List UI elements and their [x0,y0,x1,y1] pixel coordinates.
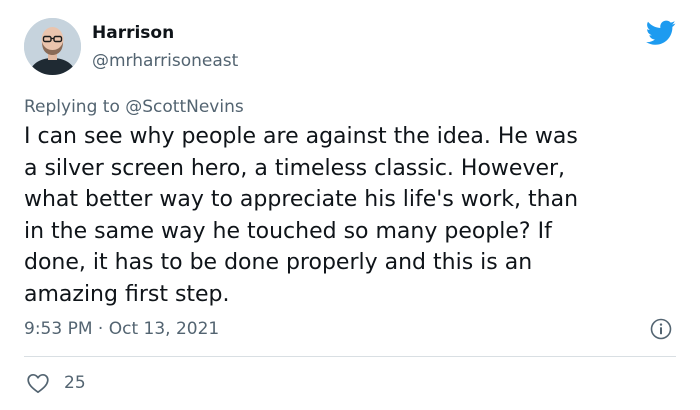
avatar-image [24,18,81,75]
twitter-bird-icon[interactable] [646,20,676,46]
reply-mention-link[interactable]: @ScottNevins [125,97,243,117]
author-name[interactable]: Harrison [92,22,174,44]
avatar[interactable] [24,18,81,75]
tweet-line: I can see why people are against the ide… [24,124,578,149]
meta-separator: · [92,319,109,339]
divider [24,356,676,357]
tweet-text: I can see why people are against the ide… [24,121,684,310]
tweet-time: 9:53 PM [24,319,93,339]
like-count[interactable]: 25 [64,372,86,394]
replying-prefix: Replying to [24,97,126,117]
tweet-line: what better way to appreciate his life's… [24,187,579,212]
author-handle[interactable]: @mrharrisoneast [92,50,238,72]
tweet-date: Oct 13, 2021 [108,319,220,339]
heart-icon[interactable] [26,372,50,394]
tweet-timestamp[interactable]: 9:53 PM · Oct 13, 2021 [24,318,219,340]
info-icon[interactable] [650,318,672,340]
tweet-line: in the same way he touched so many peopl… [24,218,552,244]
replying-to: Replying to @ScottNevins [24,96,244,118]
tweet-line: done, it has to be done properly and thi… [24,250,533,275]
tweet-line: amazing first step. [24,281,230,307]
tweet-line: a silver screen hero, a timeless classic… [24,155,566,181]
